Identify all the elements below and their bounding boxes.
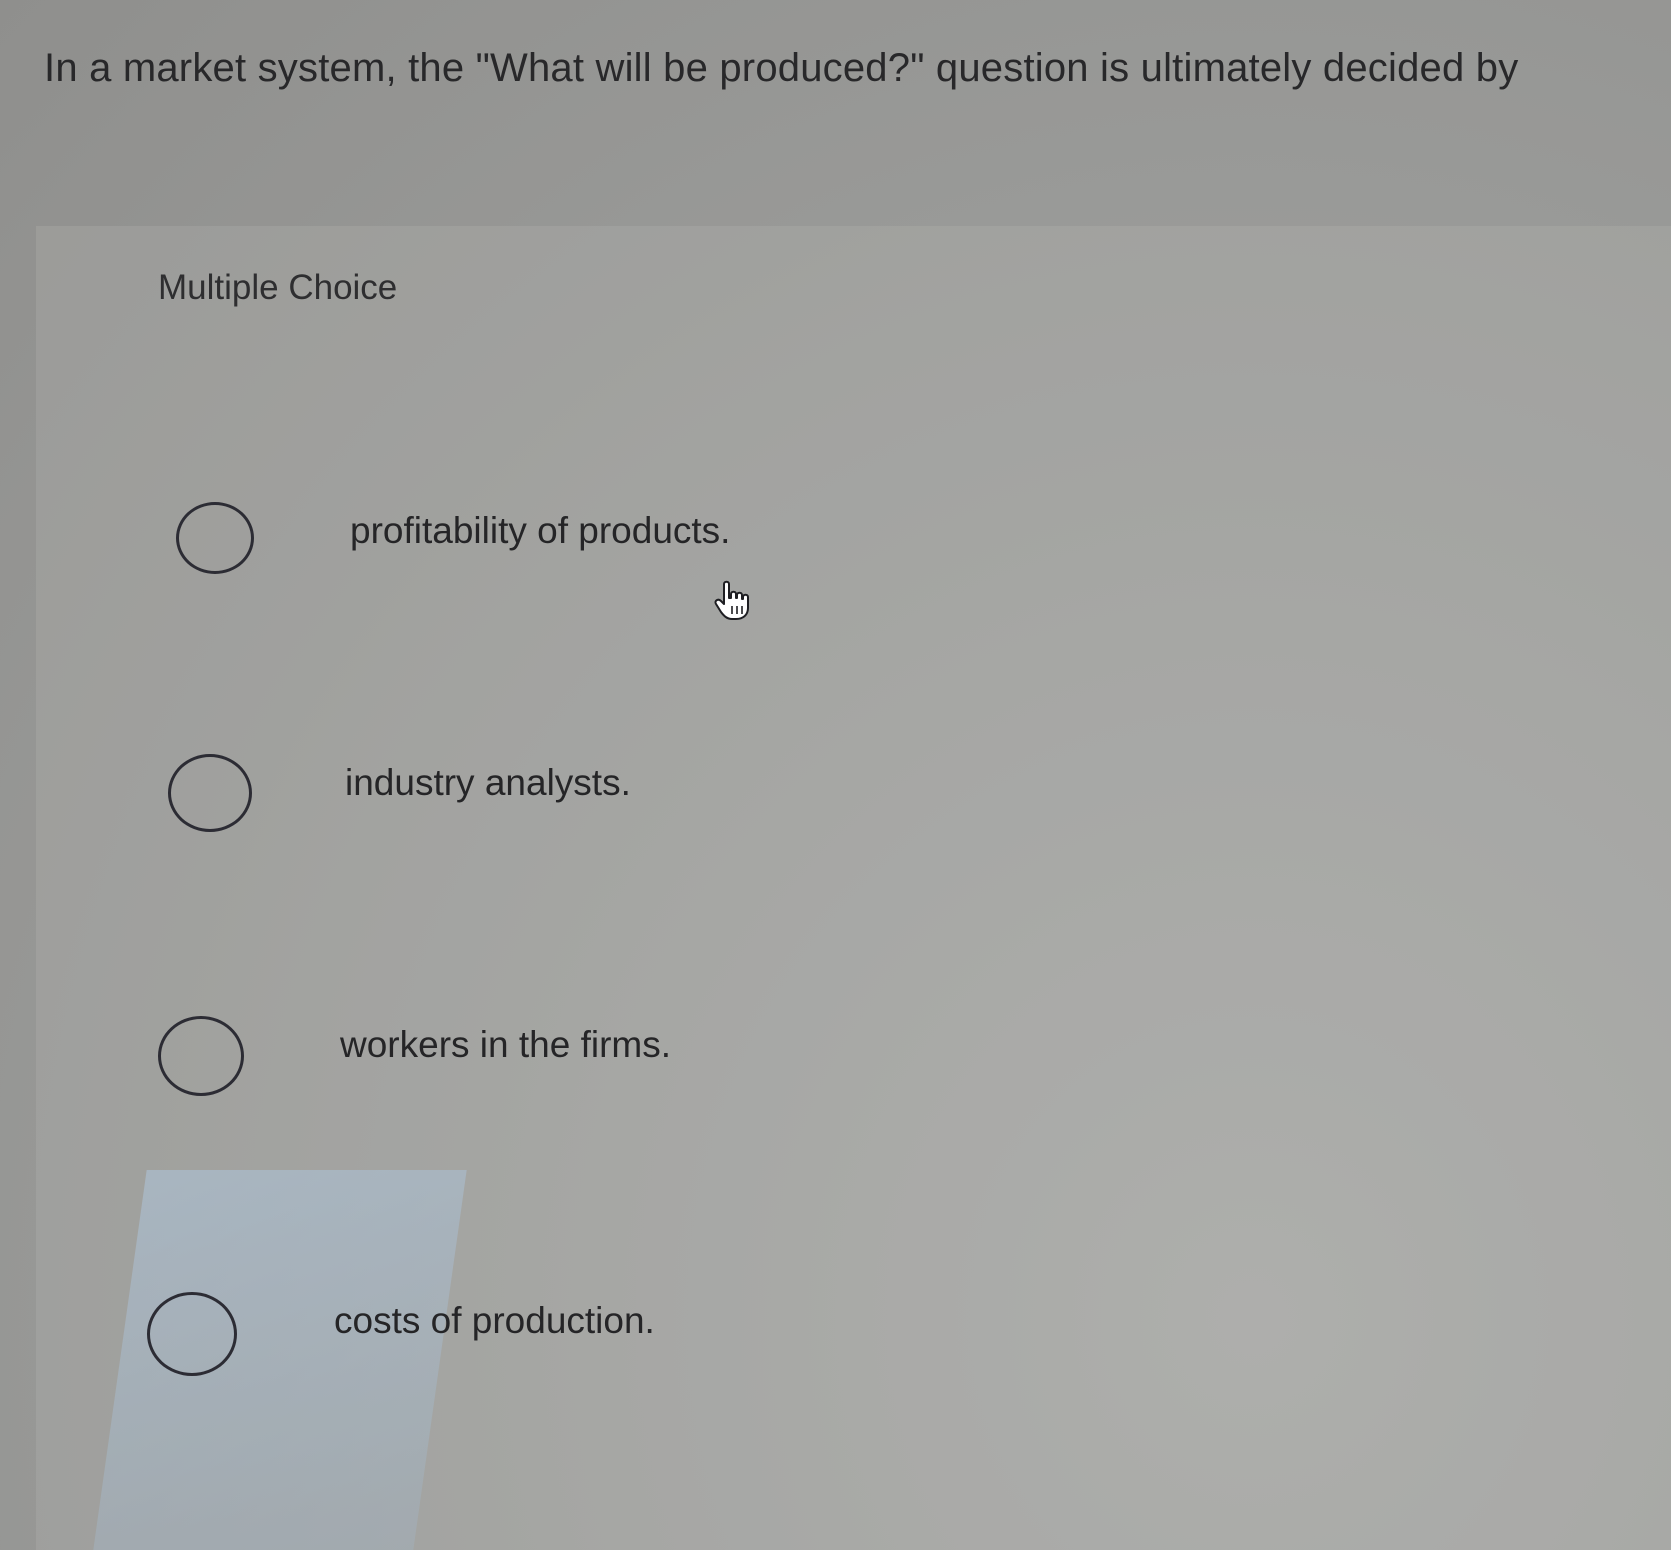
radio-button[interactable]	[176, 502, 254, 574]
option-label: profitability of products.	[350, 510, 731, 551]
question-text: In a market system, the "What will be pr…	[44, 46, 1519, 90]
radio-button[interactable]	[168, 754, 252, 832]
option-label: workers in the firms.	[340, 1024, 672, 1065]
option-label: industry analysts.	[345, 762, 631, 803]
option-profitability[interactable]: profitability of products.	[176, 490, 1576, 600]
hand-pointer-icon	[714, 580, 749, 620]
radio-button[interactable]	[158, 1016, 244, 1096]
option-workers[interactable]: workers in the firms.	[158, 1004, 1558, 1114]
option-industry-analysts[interactable]: industry analysts.	[168, 742, 1568, 852]
option-label: costs of production.	[334, 1300, 655, 1341]
section-label: Multiple Choice	[158, 268, 398, 307]
radio-button[interactable]	[147, 1292, 237, 1376]
option-costs[interactable]: costs of production.	[147, 1280, 1547, 1390]
